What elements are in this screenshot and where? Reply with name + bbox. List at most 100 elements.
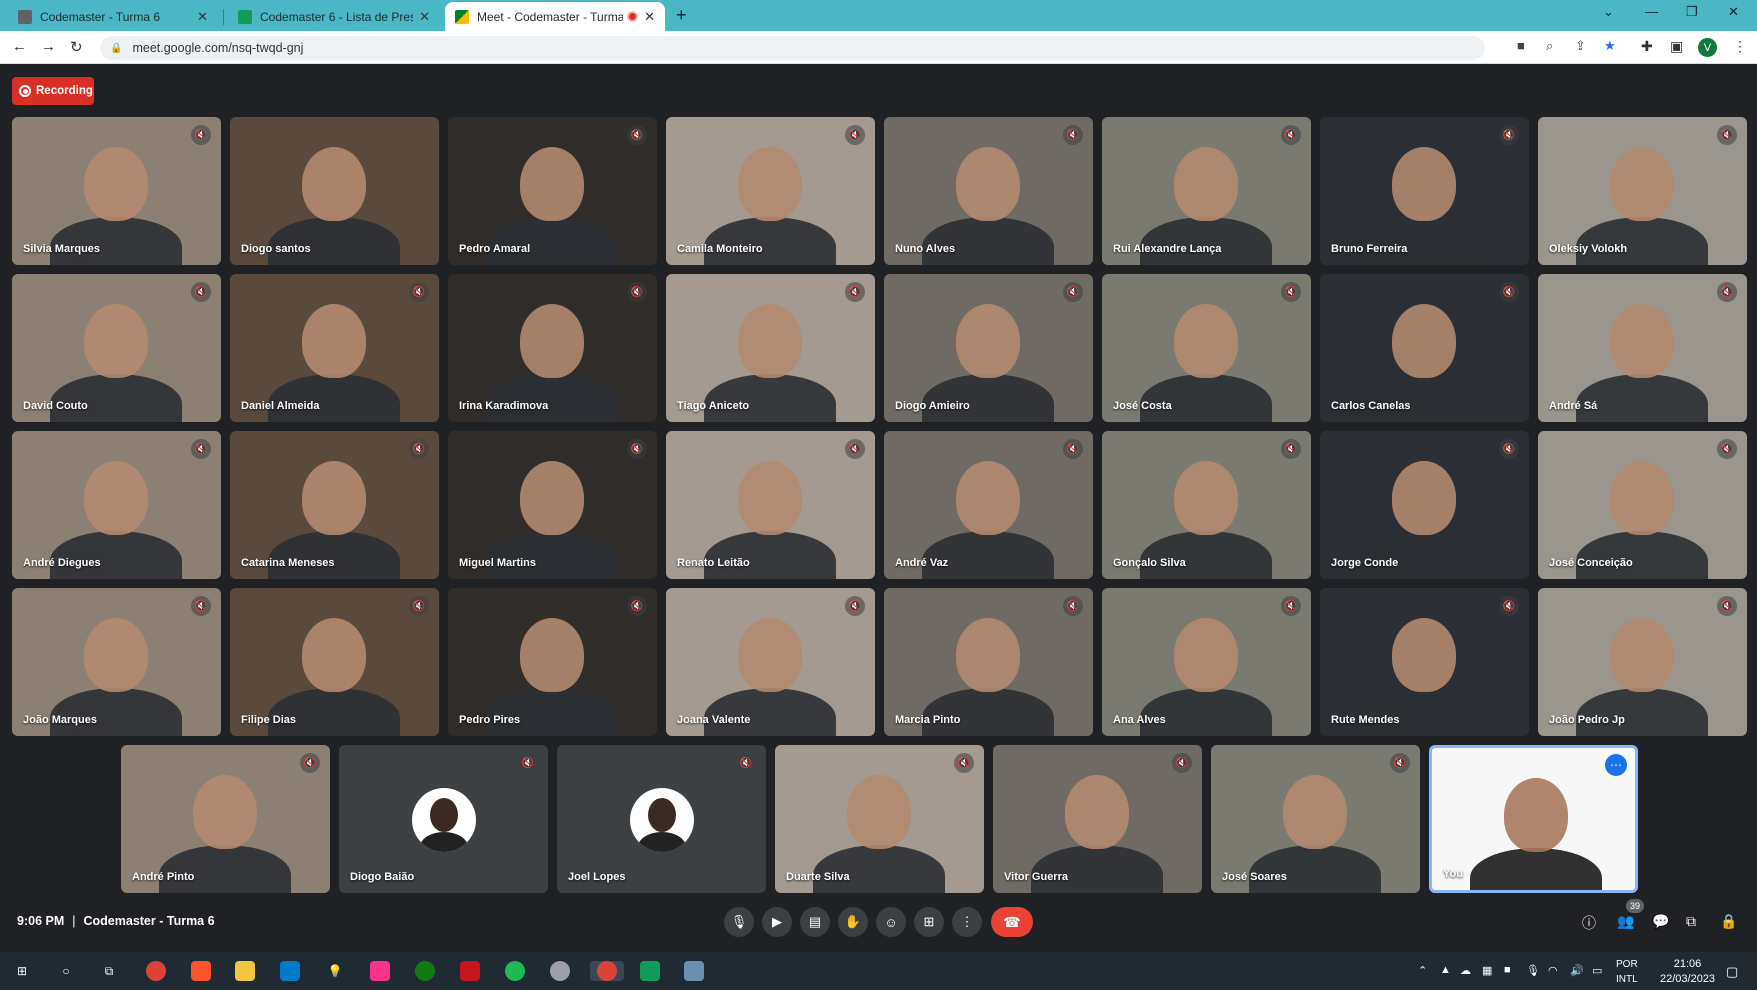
restore-icon[interactable]: ❐ <box>1686 4 1698 20</box>
leave-call-button[interactable]: ☎ <box>991 907 1033 937</box>
vscode-icon[interactable] <box>280 961 300 981</box>
captions-button[interactable]: ▤ <box>800 907 830 937</box>
tray-expand-icon[interactable]: ⌃ <box>1418 964 1427 977</box>
more-options-button[interactable]: ⋮ <box>952 907 982 937</box>
participant-tile[interactable]: 🔇 André Pinto <box>121 745 330 893</box>
participant-tile[interactable]: 🔇 Ana Alves <box>1102 588 1311 736</box>
participant-tile[interactable]: 🔇 Daniel Almeida <box>230 274 439 422</box>
participant-tile[interactable]: 🔇 Carlos Canelas <box>1320 274 1529 422</box>
new-tab-button[interactable]: + <box>676 5 687 26</box>
forward-arrow-icon[interactable]: → <box>41 38 56 55</box>
participant-tile[interactable]: 🔇 Gonçalo Silva <box>1102 431 1311 579</box>
share-icon[interactable]: ⇪ <box>1575 38 1586 54</box>
battery-icon[interactable]: ▭ <box>1592 964 1602 977</box>
participant-tile[interactable]: 🔇 Catarina Meneses <box>230 431 439 579</box>
participant-tile[interactable]: 🔇 Filipe Dias <box>230 588 439 736</box>
participant-tile[interactable]: 🔇 Renato Leitão <box>666 431 875 579</box>
tab-search-icon[interactable]: ⌄ <box>1603 4 1614 20</box>
red-app-icon[interactable] <box>460 961 480 981</box>
meeting-info-icon[interactable]: ⓘ <box>1582 913 1596 933</box>
participant-tile[interactable]: 🔇 Diogo Amieiro <box>884 274 1093 422</box>
participant-tile[interactable]: 🔇 João Marques <box>12 588 221 736</box>
back-arrow-icon[interactable]: ← <box>12 38 27 55</box>
participant-tile[interactable]: 🔇 André Sá <box>1538 274 1747 422</box>
participant-tile[interactable]: 🔇 José Soares <box>1211 745 1420 893</box>
tab-codemaster-turma[interactable]: Codemaster - Turma 6 ✕ <box>8 2 218 31</box>
participant-tile[interactable]: 🔇 André Diegues <box>12 431 221 579</box>
windows-start-icon[interactable]: ⊞ <box>12 961 32 981</box>
camera-tray-icon[interactable]: ■ <box>1504 964 1511 976</box>
extensions-icon[interactable]: ✚ <box>1641 38 1653 55</box>
volume-icon[interactable]: 🔊 <box>1570 964 1584 977</box>
participant-tile[interactable]: 🔇 Pedro Amaral <box>448 117 657 265</box>
participant-tile[interactable]: 🔇 José Costa <box>1102 274 1311 422</box>
close-tab-icon[interactable]: ✕ <box>197 9 208 25</box>
tile-options-icon[interactable]: ⋯ <box>1605 754 1627 776</box>
raise-hand-button[interactable]: ✋ <box>838 907 868 937</box>
participant-tile[interactable]: 🔇 Marcia Pinto <box>884 588 1093 736</box>
xbox-icon[interactable] <box>415 961 435 981</box>
sheets-app-icon[interactable] <box>640 961 660 981</box>
tips-bulb-icon[interactable]: 💡 <box>325 961 345 981</box>
participant-tile[interactable]: 🔇 Duarte Silva <box>775 745 984 893</box>
close-tab-icon[interactable]: ✕ <box>644 9 655 25</box>
reload-icon[interactable]: ↻ <box>70 38 83 56</box>
participant-tile[interactable]: Diogo santos <box>230 117 439 265</box>
profile-avatar[interactable]: V <box>1698 38 1717 57</box>
participant-tile[interactable]: 🔇 Silvia Marques <box>12 117 221 265</box>
participant-tile[interactable]: 🔇 Miguel Martins <box>448 431 657 579</box>
participant-tile[interactable]: 🔇 Diogo Baião <box>339 745 548 893</box>
participant-tile[interactable]: 🔇 Jorge Conde <box>1320 431 1529 579</box>
close-window-icon[interactable]: ✕ <box>1728 4 1739 20</box>
zoom-icon[interactable]: ⌕ <box>1546 38 1553 54</box>
browser-menu-icon[interactable]: ⋮ <box>1733 38 1747 55</box>
present-button[interactable]: ⊞ <box>914 907 944 937</box>
camera-in-use-icon[interactable]: ■ <box>1517 38 1525 53</box>
host-controls-icon[interactable]: 🔒 <box>1720 913 1737 930</box>
participant-tile[interactable]: 🔇 José Conceição <box>1538 431 1747 579</box>
tab-meet[interactable]: Meet - Codemaster - Turma ✕ <box>445 2 665 31</box>
drive-icon[interactable]: ▲ <box>1440 964 1451 976</box>
intellij-icon[interactable] <box>370 961 390 981</box>
file-explorer-icon[interactable] <box>235 961 255 981</box>
participant-tile[interactable]: 🔇 Tiago Aniceto <box>666 274 875 422</box>
language-indicator[interactable]: POR INTL <box>1616 957 1638 987</box>
participant-tile[interactable]: 🔇 Camila Monteiro <box>666 117 875 265</box>
search-icon[interactable]: ○ <box>56 961 76 981</box>
close-tab-icon[interactable]: ✕ <box>419 9 430 25</box>
mic-tray-icon[interactable]: 🎙 <box>1526 964 1540 977</box>
participant-tile[interactable]: 🔇 Rute Mendes <box>1320 588 1529 736</box>
participant-tile[interactable]: 🔇 David Couto <box>12 274 221 422</box>
participant-tile[interactable]: 🔇 Bruno Ferreira <box>1320 117 1529 265</box>
tab-lista-presenca[interactable]: Codemaster 6 - Lista de Presença ✕ <box>228 2 440 31</box>
camera-button[interactable]: ▶ <box>762 907 792 937</box>
reactions-button[interactable]: ☺ <box>876 907 906 937</box>
self-video-tile[interactable]: ⋯ You <box>1429 745 1638 893</box>
side-panel-icon[interactable]: ▣ <box>1670 38 1683 55</box>
task-view-icon[interactable]: ⧉ <box>99 961 119 981</box>
brave-icon[interactable] <box>191 961 211 981</box>
minimize-icon[interactable]: — <box>1645 4 1658 19</box>
microphone-button[interactable]: 🎙 <box>724 907 754 937</box>
bookmark-star-icon[interactable]: ★ <box>1604 38 1616 54</box>
participant-tile[interactable]: 🔇 Pedro Pires <box>448 588 657 736</box>
recording-badge[interactable]: Recording <box>12 77 94 105</box>
tray-app-icon[interactable]: ▦ <box>1482 964 1492 977</box>
spotify-icon[interactable] <box>505 961 525 981</box>
wifi-icon[interactable]: ◠ <box>1548 964 1558 977</box>
participant-tile[interactable]: 🔇 Oleksiy Volokh <box>1538 117 1747 265</box>
participant-tile[interactable]: 🔇 Joel Lopes <box>557 745 766 893</box>
chrome-active-icon[interactable] <box>590 961 624 981</box>
people-icon[interactable]: 👥 <box>1617 913 1634 930</box>
participant-tile[interactable]: 🔇 João Pedro Jp <box>1538 588 1747 736</box>
participant-tile[interactable]: 🔇 Nuno Alves <box>884 117 1093 265</box>
participant-tile[interactable]: 🔇 Irina Karadimova <box>448 274 657 422</box>
participant-tile[interactable]: 🔇 Vitor Guerra <box>993 745 1202 893</box>
chat-icon[interactable]: 💬 <box>1652 913 1669 930</box>
system-clock[interactable]: 21:06 22/03/2023 <box>1660 957 1715 987</box>
chrome-icon[interactable] <box>146 961 166 981</box>
address-bar[interactable]: 🔒 meet.google.com/nsq-twqd-gnj <box>100 36 1485 60</box>
app-icon[interactable] <box>684 961 704 981</box>
onedrive-icon[interactable]: ☁ <box>1460 964 1471 977</box>
participant-tile[interactable]: 🔇 André Vaz <box>884 431 1093 579</box>
